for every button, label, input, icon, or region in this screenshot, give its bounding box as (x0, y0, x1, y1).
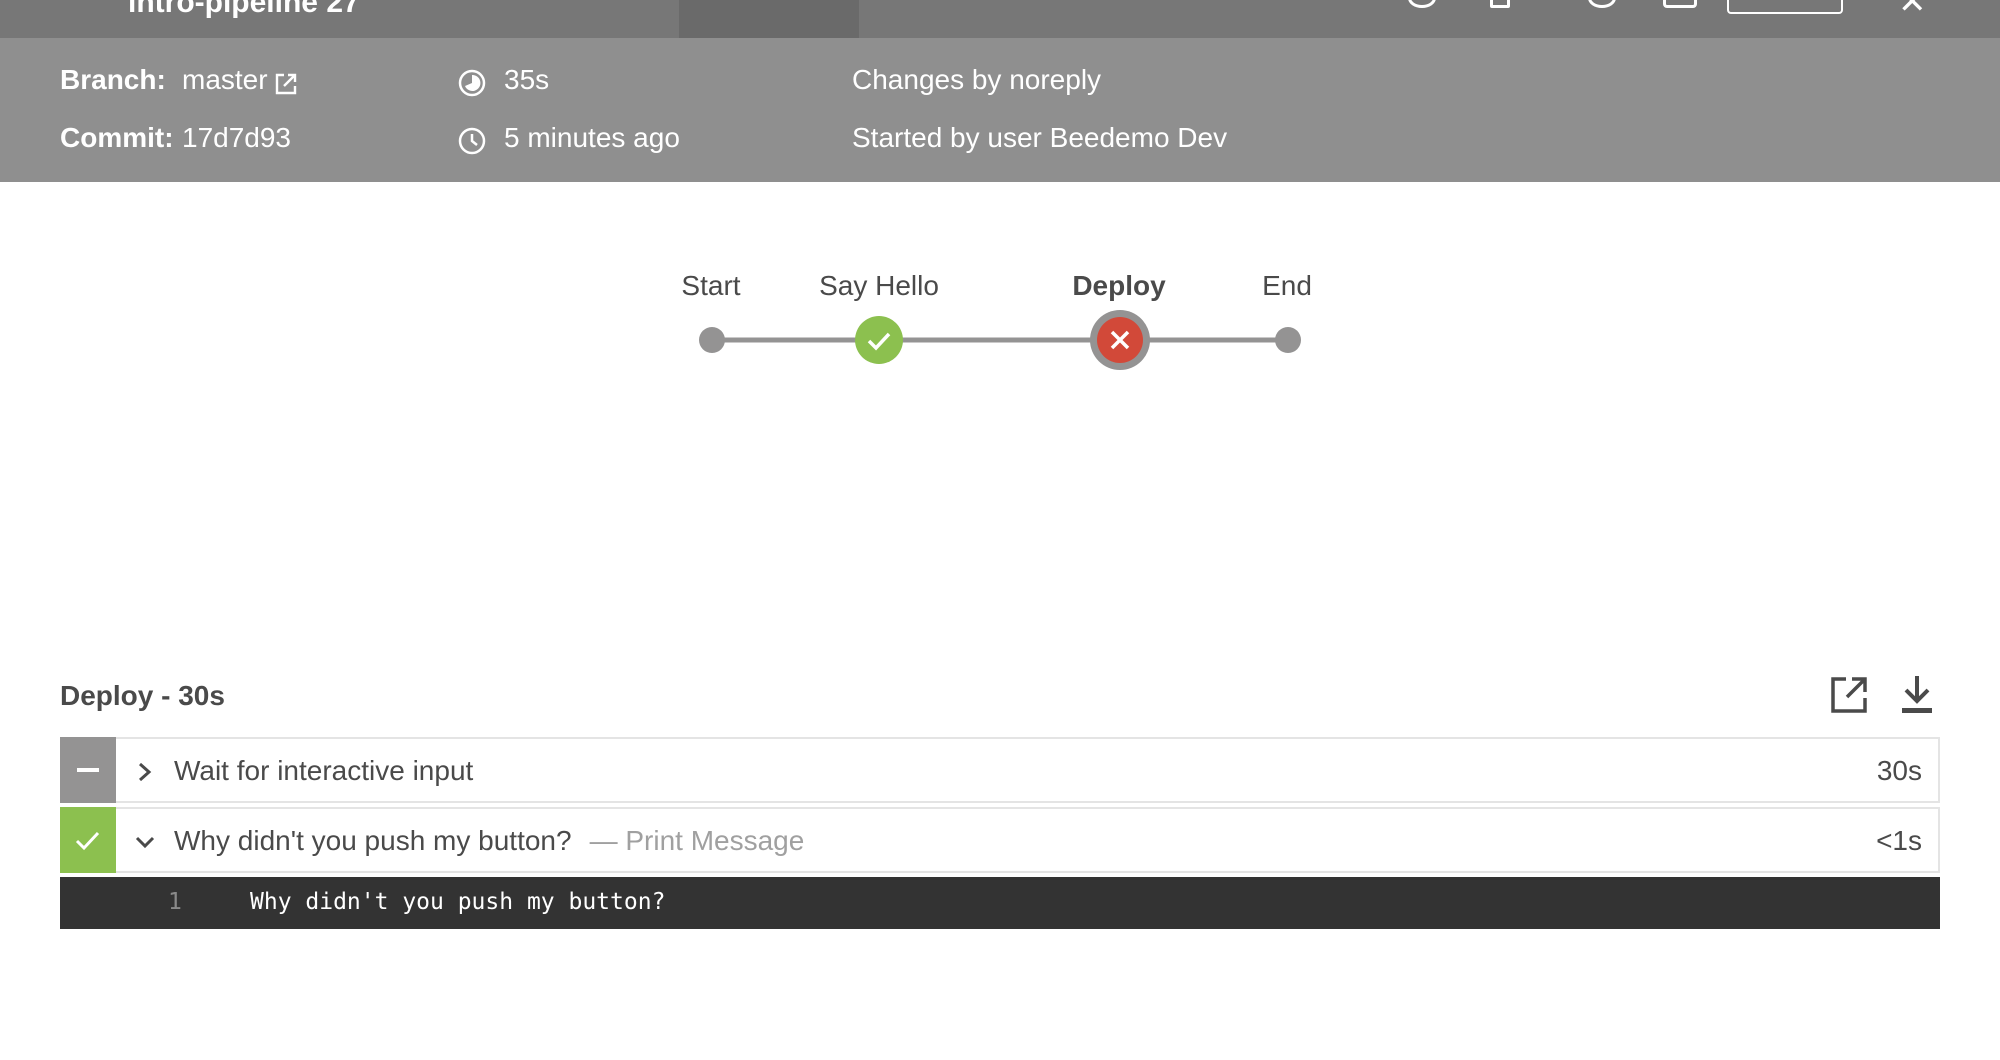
step-name: Why didn't you push my button? — Print Me… (174, 825, 805, 856)
step-duration: 30s (1876, 755, 1922, 786)
download-icon[interactable] (1900, 674, 1934, 714)
external-link-icon[interactable] (274, 72, 298, 96)
top-header-bar: intro-pipeline 27 ✕ (0, 0, 2000, 38)
success-status-icon (60, 807, 116, 873)
stage-label-end: End (1262, 270, 1312, 301)
open-external-icon[interactable] (1830, 676, 1868, 714)
commit-value: 17d7d93 (182, 122, 292, 153)
pipeline-title: intro-pipeline 27 (128, 0, 360, 19)
paused-status-icon (60, 737, 116, 803)
help-icon[interactable] (1408, 0, 1436, 8)
duration-icon (458, 69, 486, 97)
stage-label-say-hello[interactable]: Say Hello (819, 270, 939, 302)
logout-button[interactable] (1727, 0, 1843, 14)
branch-label: Branch: (60, 64, 166, 95)
run-icon[interactable] (1490, 0, 1510, 8)
log-step-row[interactable]: Wait for interactive input 30s (60, 737, 1940, 803)
chevron-right-icon[interactable] (134, 761, 154, 783)
close-icon[interactable]: ✕ (1898, 0, 1927, 22)
duration-value: 35s (504, 64, 550, 95)
tab-pipeline[interactable] (679, 0, 859, 38)
check-icon (75, 831, 100, 851)
chevron-down-icon[interactable] (134, 831, 156, 853)
deploy-failed-node[interactable] (1089, 309, 1151, 371)
step-description: — Print Message (589, 825, 805, 856)
window-icon[interactable] (1663, 0, 1697, 8)
console-output: 1 Why didn't you push my button? (60, 877, 1940, 929)
step-name: Wait for interactive input (174, 755, 474, 786)
commit-label: Commit: (60, 122, 174, 153)
stage-label-start: Start (681, 270, 741, 301)
pipeline-connector (712, 337, 1288, 343)
end-node (1275, 327, 1301, 353)
start-node (699, 327, 725, 353)
step-duration: <1s (1876, 825, 1922, 856)
changes-text: Changes by noreply (852, 64, 1102, 95)
log-step-row[interactable]: Why didn't you push my button? — Print Me… (60, 807, 1940, 873)
settings-icon[interactable] (1588, 0, 1616, 8)
stage-log-title: Deploy - 30s (60, 680, 225, 711)
started-by-text: Started by user Beedemo Dev (852, 122, 1228, 153)
branch-value[interactable]: master (182, 64, 268, 96)
pipeline-graph: Start Say Hello Deploy End (0, 182, 2000, 482)
clock-icon (458, 127, 486, 155)
say-hello-success-node[interactable] (854, 315, 904, 365)
stage-label-deploy[interactable]: Deploy (1072, 270, 1165, 302)
run-details-bar: Branch: master Commit: 17d7d93 35s 5 min… (0, 38, 2000, 182)
started-time: 5 minutes ago (504, 122, 680, 153)
console-line-text: Why didn't you push my button? (250, 889, 666, 915)
console-line-number[interactable]: 1 (168, 889, 182, 915)
